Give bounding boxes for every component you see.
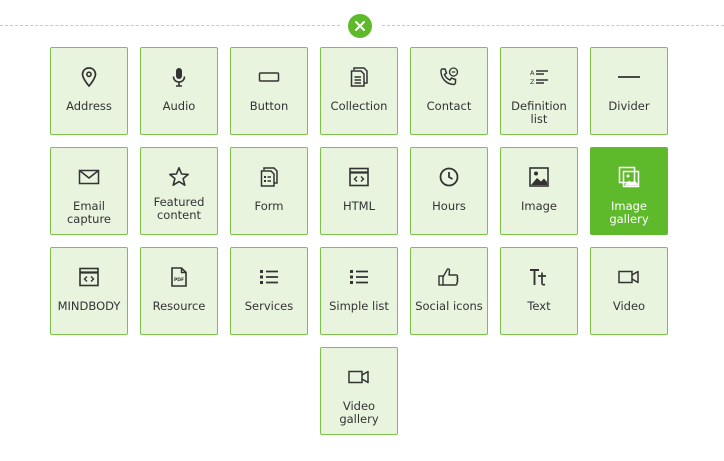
divider-icon xyxy=(591,66,667,88)
clock-icon xyxy=(411,166,487,188)
tile-label: Address xyxy=(66,99,112,113)
divider-line-right xyxy=(382,25,724,26)
tile-label: Video xyxy=(612,299,646,313)
tile-label: Services xyxy=(244,299,294,313)
tile-video[interactable]: Video xyxy=(590,247,668,335)
tile-button[interactable]: Button xyxy=(230,47,308,135)
star-icon xyxy=(141,166,217,188)
close-icon xyxy=(355,21,365,31)
tile-label: Image xyxy=(520,199,558,213)
svg-text:PDF: PDF xyxy=(174,277,184,283)
tile-simple-list[interactable]: Simple list xyxy=(320,247,398,335)
tile-label: HTML xyxy=(342,199,375,213)
pdf-file-icon: PDF xyxy=(141,266,217,288)
tile-label: Image gallery xyxy=(609,199,649,226)
collection-icon xyxy=(321,66,397,88)
tile-label: Divider xyxy=(608,99,650,113)
bullet-list-icon xyxy=(321,266,397,288)
tile-label: Collection xyxy=(330,99,388,113)
tile-address[interactable]: Address xyxy=(50,47,128,135)
svg-text:A: A xyxy=(530,69,535,77)
tile-contact[interactable]: Contact xyxy=(410,47,488,135)
video-camera-icon xyxy=(321,366,397,388)
form-icon xyxy=(231,166,307,188)
divider-line-left xyxy=(0,25,340,26)
tile-definition-list[interactable]: A Z Definition list xyxy=(500,47,578,135)
tile-social-icons[interactable]: Social icons xyxy=(410,247,488,335)
tile-video-gallery[interactable]: Video gallery xyxy=(320,347,398,435)
text-icon xyxy=(501,266,577,288)
definition-list-icon: AZ xyxy=(501,66,577,88)
tile-hours[interactable]: Hours xyxy=(410,147,488,235)
phone-chat-icon xyxy=(411,66,487,88)
video-camera-icon xyxy=(591,266,667,288)
svg-text:Z: Z xyxy=(530,78,535,86)
envelope-icon xyxy=(51,166,127,188)
bullet-list-icon xyxy=(231,266,307,288)
tile-services[interactable]: Services xyxy=(230,247,308,335)
tile-label: Featured content xyxy=(153,195,205,222)
tile-collection[interactable]: Collection xyxy=(320,47,398,135)
tile-label: Definition list xyxy=(511,99,567,126)
tile-label: Simple list xyxy=(329,299,389,313)
code-window-icon xyxy=(51,266,127,288)
image-icon xyxy=(501,166,577,188)
tile-audio[interactable]: Audio xyxy=(140,47,218,135)
tile-image-gallery[interactable]: Image gallery xyxy=(590,147,668,235)
tile-form[interactable]: Form xyxy=(230,147,308,235)
tile-label: MINDBODY xyxy=(57,299,121,313)
microphone-icon xyxy=(141,66,217,88)
code-window-icon xyxy=(321,166,397,188)
tile-image[interactable]: Image xyxy=(500,147,578,235)
tile-label: Button xyxy=(249,99,289,113)
tile-divider[interactable]: Divider xyxy=(590,47,668,135)
tile-label: Resource xyxy=(152,299,206,313)
tile-label: Form xyxy=(254,199,284,213)
tile-html[interactable]: HTML xyxy=(320,147,398,235)
close-button[interactable] xyxy=(348,14,372,38)
tile-label: Video gallery xyxy=(339,399,379,426)
button-icon xyxy=(231,66,307,88)
tile-text[interactable]: Text xyxy=(500,247,578,335)
tile-mindbody[interactable]: MINDBODY xyxy=(50,247,128,335)
tile-label: Social icons xyxy=(415,299,483,313)
tile-email-capture[interactable]: Email capture xyxy=(50,147,128,235)
tile-label: Email capture xyxy=(66,199,112,226)
tile-label: Hours xyxy=(432,199,466,213)
tile-label: Audio xyxy=(162,99,196,113)
image-gallery-icon xyxy=(591,166,667,188)
tile-resource[interactable]: PDF Resource xyxy=(140,247,218,335)
tile-featured-content[interactable]: Featured content xyxy=(140,147,218,235)
tile-label: Text xyxy=(527,299,551,313)
map-pin-icon xyxy=(51,66,127,88)
thumbs-up-icon xyxy=(411,266,487,288)
tile-label: Contact xyxy=(426,99,472,113)
